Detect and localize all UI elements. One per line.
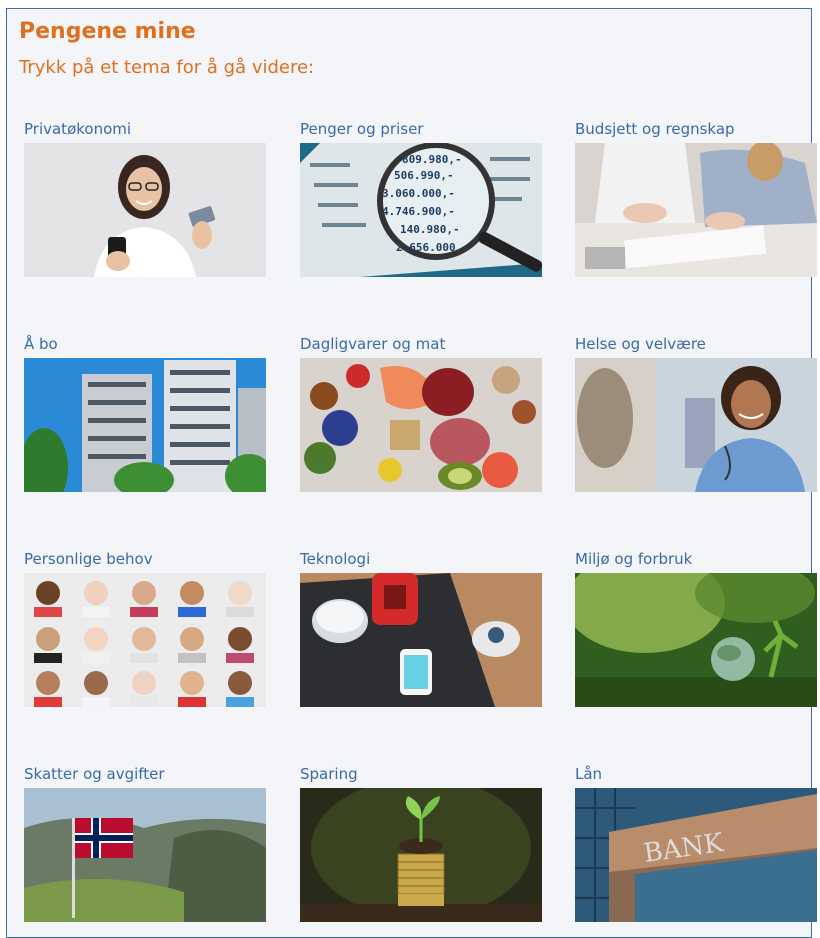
topic-tile-miljo-og-forbruk[interactable]: Miljø og forbruk — [575, 549, 817, 707]
topic-label[interactable]: Budsjett og regnskap — [575, 119, 817, 139]
people-accounting-photo[interactable] — [575, 143, 817, 277]
norwegian-flag-photo[interactable] — [24, 788, 266, 922]
green-globe-photo[interactable] — [575, 573, 817, 707]
topic-tile-lan[interactable]: Lån BANK — [575, 764, 817, 922]
topic-label[interactable]: Lån — [575, 764, 817, 784]
topic-label[interactable]: Helse og velvære — [575, 334, 817, 354]
coin-stack-sprout-photo[interactable] — [300, 788, 542, 922]
groceries-food-photo[interactable] — [300, 358, 542, 492]
topic-tile-dagligvarer-og-mat[interactable]: Dagligvarer og mat — [300, 334, 542, 492]
woman-phone-card-photo[interactable] — [24, 143, 266, 277]
faces-grid-photo[interactable] — [24, 573, 266, 707]
topic-tile-personlige-behov[interactable]: Personlige behov — [24, 549, 266, 707]
page-container: Pengene mine Trykk på et tema for å gå v… — [6, 8, 817, 938]
price-text: 2.656.000,- — [396, 241, 469, 254]
topic-label[interactable]: Personlige behov — [24, 549, 266, 569]
topic-tile-a-bo[interactable]: Å bo — [24, 334, 266, 492]
topic-tile-skatter-og-avgifter[interactable]: Skatter og avgifter — [24, 764, 266, 922]
price-text: 140.980,- — [400, 223, 460, 236]
topic-label[interactable]: Miljø og forbruk — [575, 549, 817, 569]
topic-label[interactable]: Privatøkonomi — [24, 119, 266, 139]
page-subtitle: Trykk på et tema for å gå videre: — [19, 57, 315, 78]
price-text: 506.990,- — [394, 169, 454, 182]
topic-tile-penger-og-priser[interactable]: Penger og priser 809.980,- 506.990,- 3.0… — [300, 119, 542, 277]
topic-label[interactable]: Skatter og avgifter — [24, 764, 266, 784]
bank-building-photo[interactable]: BANK — [575, 788, 817, 922]
topic-label[interactable]: Penger og priser — [300, 119, 542, 139]
price-text: 4.746.900,- — [382, 205, 455, 218]
price-text: 3.060.000,- — [382, 187, 455, 200]
magnifier-prices-photo[interactable]: 809.980,- 506.990,- 3.060.000,- 4.746.90… — [300, 143, 542, 277]
apartment-buildings-photo[interactable] — [24, 358, 266, 492]
topic-tile-budsjett-og-regnskap[interactable]: Budsjett og regnskap — [575, 119, 817, 277]
smart-devices-photo[interactable] — [300, 573, 542, 707]
topic-tile-helse-og-velvaere[interactable]: Helse og velvære — [575, 334, 817, 492]
topic-label[interactable]: Dagligvarer og mat — [300, 334, 542, 354]
topic-tile-teknologi[interactable]: Teknologi — [300, 549, 542, 707]
page-title: Pengene mine — [19, 19, 196, 44]
topic-label[interactable]: Sparing — [300, 764, 542, 784]
topic-label[interactable]: Teknologi — [300, 549, 542, 569]
price-text: 809.980,- — [402, 153, 462, 166]
topic-tile-sparing[interactable]: Sparing — [300, 764, 542, 922]
nurse-photo[interactable] — [575, 358, 817, 492]
topic-tile-privatokonomi[interactable]: Privatøkonomi — [24, 119, 266, 277]
topic-label[interactable]: Å bo — [24, 334, 266, 354]
